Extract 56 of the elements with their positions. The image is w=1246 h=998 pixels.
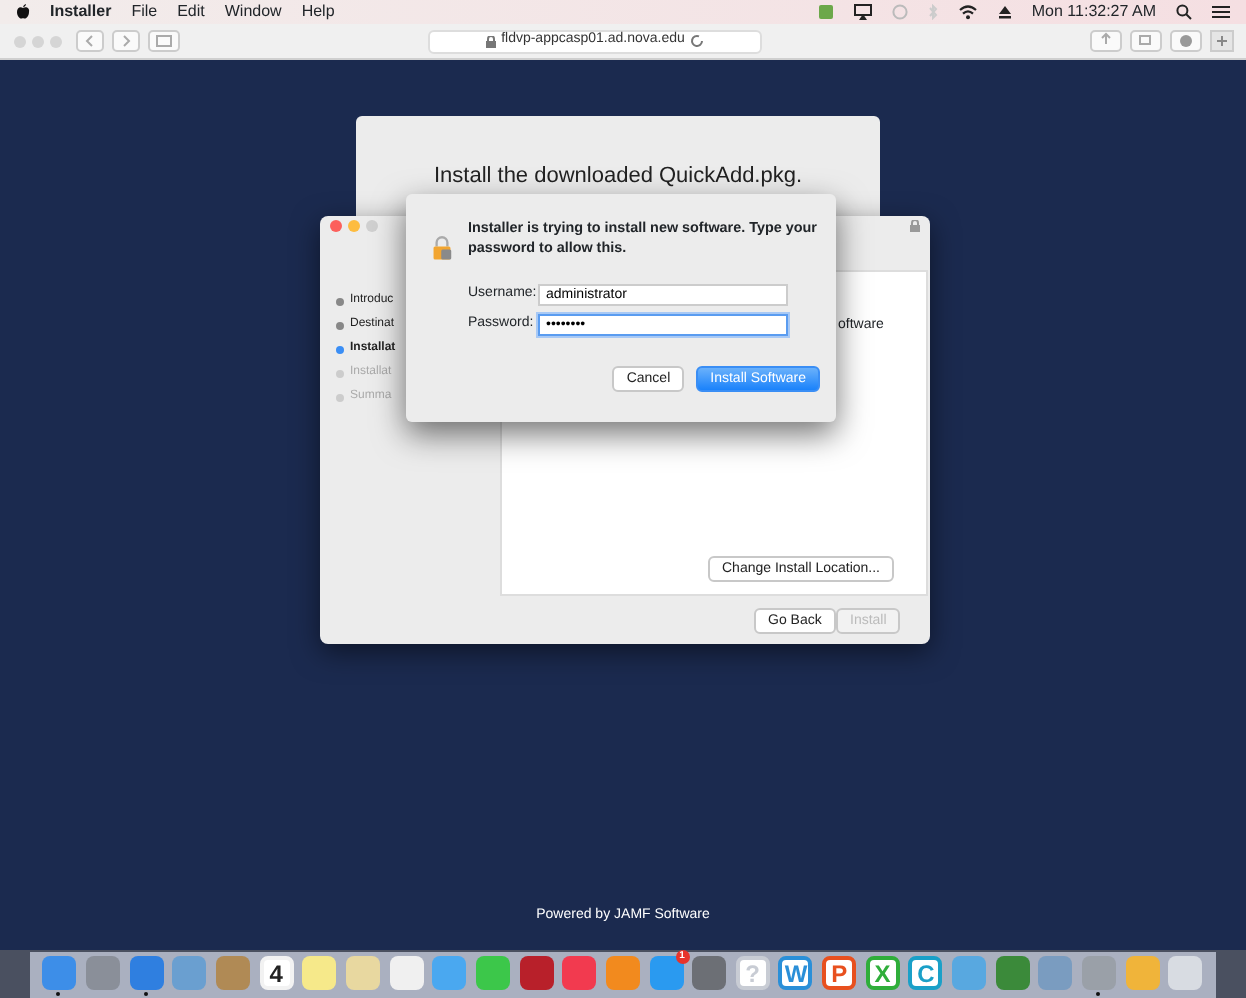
menu-item[interactable]: Window	[224, 4, 282, 20]
zoom-button[interactable]	[366, 220, 378, 232]
app-icon[interactable]	[85, 956, 120, 990]
app-icon[interactable]	[1082, 956, 1117, 990]
app-icon[interactable]	[1168, 956, 1203, 990]
app-icon[interactable]	[519, 956, 554, 990]
menu-item[interactable]: File	[131, 4, 158, 20]
app-icon[interactable]	[215, 956, 250, 990]
menu-bar-clock[interactable]: Mon 11:32:27 AM	[1031, 4, 1156, 20]
step-dot	[336, 297, 344, 305]
window-controls-icon	[12, 33, 68, 49]
app-icon[interactable]	[562, 956, 597, 990]
icon-glyph: X	[874, 957, 891, 991]
icon-glyph: 4	[269, 957, 283, 991]
list-icon[interactable]	[1212, 4, 1230, 20]
app-icon[interactable]	[302, 956, 337, 990]
lock-icon	[910, 220, 920, 232]
page-heading: Install the downloaded QuickAdd.pkg.	[431, 164, 805, 191]
forward-icon[interactable]	[112, 30, 140, 52]
bluetooth-icon[interactable]	[927, 4, 938, 20]
step-dot	[336, 345, 344, 353]
app-menu[interactable]: Installer	[50, 4, 112, 20]
app-icon[interactable]	[42, 956, 77, 990]
app-icon[interactable]	[129, 956, 164, 990]
back-icon[interactable]	[76, 30, 104, 52]
share-icon[interactable]	[1090, 30, 1122, 52]
wifi-icon[interactable]	[957, 4, 978, 20]
sidebar-icon[interactable]	[148, 30, 180, 52]
tabs-icon[interactable]	[1130, 30, 1162, 52]
eject-icon[interactable]	[997, 4, 1012, 20]
icon-glyph: P	[831, 957, 848, 991]
app-icon[interactable]	[389, 956, 424, 990]
close-button[interactable]	[330, 220, 342, 232]
menu-item[interactable]: Edit	[177, 4, 205, 20]
step-dot	[336, 393, 344, 401]
app-icon[interactable]: 4	[259, 956, 294, 990]
app-icon[interactable]	[995, 956, 1030, 990]
icon-glyph: ?	[745, 957, 760, 991]
step-dot	[336, 369, 344, 377]
step-dot	[336, 321, 344, 329]
minimize-button[interactable]	[348, 220, 360, 232]
apple-icon[interactable]	[16, 4, 30, 20]
icon-glyph: W	[784, 957, 808, 991]
icon-glyph: C	[917, 957, 935, 991]
new-tab-icon[interactable]	[1210, 30, 1234, 52]
app-icon[interactable]	[172, 956, 207, 990]
app-icon[interactable]	[1038, 956, 1073, 990]
status-icon[interactable]	[817, 4, 834, 20]
app-icon[interactable]: P	[822, 956, 857, 990]
app-icon[interactable]	[345, 956, 380, 990]
search-icon[interactable]	[1176, 4, 1192, 20]
reload-icon[interactable]	[690, 34, 705, 48]
menu-item[interactable]: Help	[301, 4, 335, 20]
lock-icon	[485, 35, 496, 47]
airplay-icon[interactable]	[853, 4, 872, 20]
app-icon[interactable]	[692, 956, 727, 990]
